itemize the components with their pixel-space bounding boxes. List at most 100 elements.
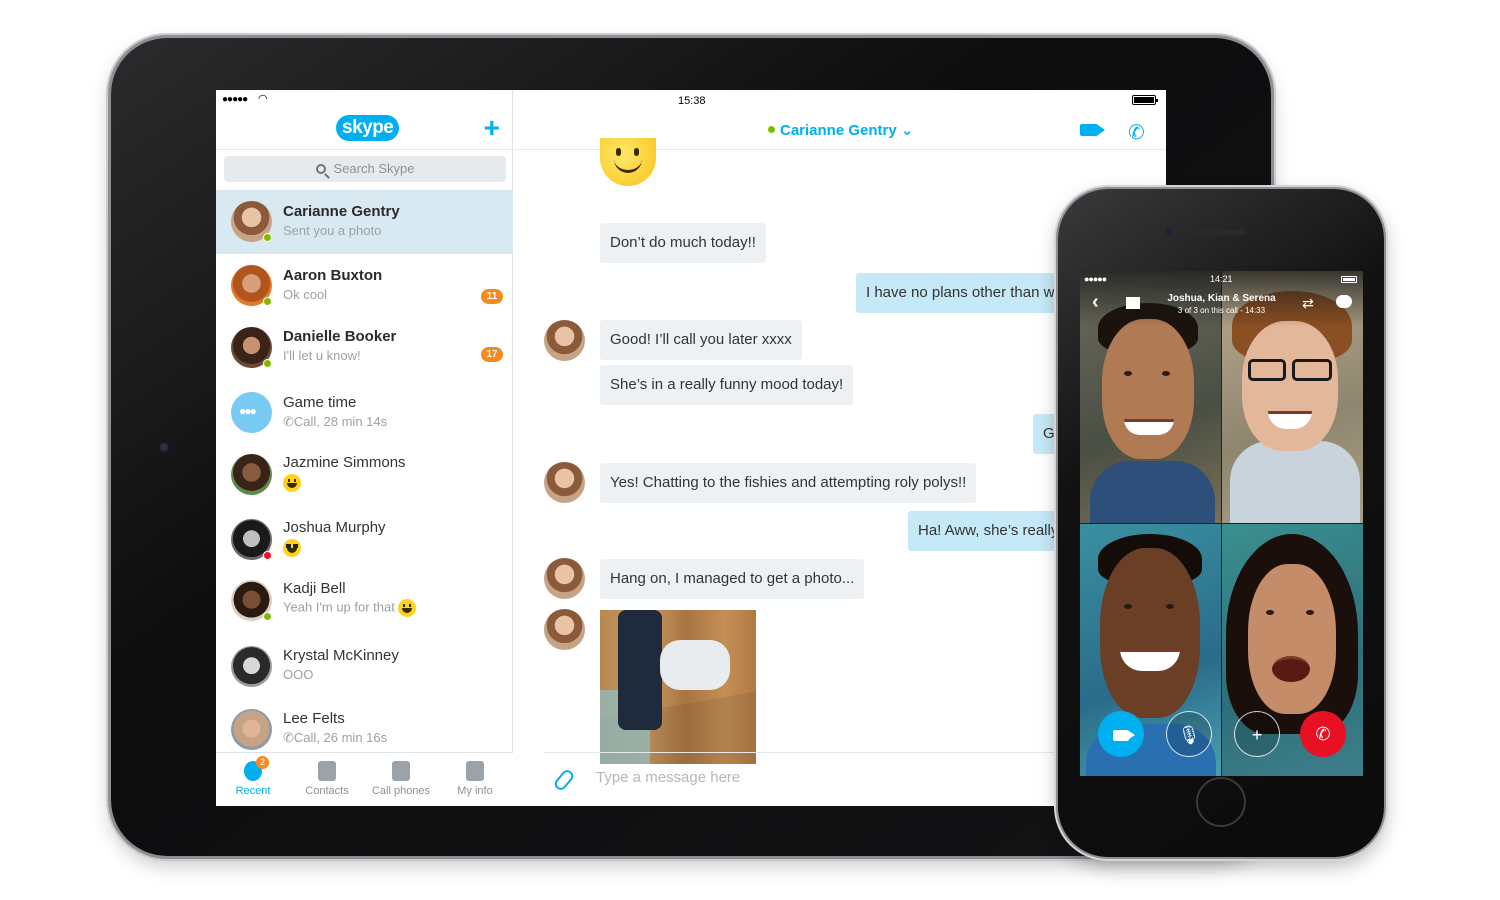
conversation-item[interactable]: Carianne Gentry Sent you a photo — [216, 190, 513, 254]
message-input[interactable] — [596, 769, 996, 786]
contacts-book-icon — [318, 761, 336, 781]
conversation-item[interactable]: Kadji Bell Yeah I'm up for that — [216, 570, 513, 634]
audio-call-button[interactable]: ✆ — [1128, 120, 1145, 145]
conversation-preview: I'll let u know! — [283, 348, 361, 363]
tab-recent[interactable]: 2 Recent — [216, 753, 290, 806]
video-call-screen: ●●●●● 14:21 ‹ Joshua, Kian & Serena 3 of… — [1080, 271, 1363, 776]
back-chevron-icon[interactable]: ‹ — [1092, 291, 1099, 314]
tab-badge: 2 — [256, 756, 269, 769]
smile-emoji-icon — [398, 599, 417, 617]
sidebar: skype + Search Skype Carianne Gentry Sen… — [216, 90, 513, 806]
iphone-camera — [1165, 227, 1174, 236]
add-participants-button[interactable]: + — [1234, 711, 1280, 757]
conversation-preview: Sent you a photo — [283, 223, 382, 238]
conversation-item[interactable]: Aaron Buxton Ok cool 11 — [216, 256, 513, 320]
avatar — [544, 462, 585, 503]
tab-label: My info — [457, 785, 493, 797]
conversation-name: Krystal McKinney — [283, 647, 399, 664]
signal-icon: ●●●●● — [1084, 274, 1107, 284]
conversation-name: Game time — [283, 394, 357, 411]
avatar — [544, 320, 585, 361]
shared-photo[interactable] — [600, 610, 756, 764]
message-incoming: Don’t do much today!! — [600, 223, 766, 263]
video-call-button[interactable] — [1080, 124, 1105, 136]
conversation-item[interactable]: Joshua Murphy — [216, 508, 513, 572]
chat-contact-dropdown[interactable]: Carianne Gentry ⌄ — [768, 121, 913, 139]
chevron-down-icon: ⌄ — [900, 122, 914, 139]
tab-label: Call phones — [371, 785, 431, 797]
conversation-item[interactable]: Lee Felts ✆Call, 26 min 16s — [216, 698, 513, 752]
tab-my-info[interactable]: My info — [438, 753, 512, 806]
conversation-preview: ✆Call, 28 min 14s — [283, 414, 387, 430]
status-time: 14:21 — [1210, 274, 1233, 284]
conversation-item[interactable]: Krystal McKinney OOO — [216, 635, 513, 699]
search-placeholder: Search Skype — [333, 161, 415, 176]
tab-call-phones[interactable]: Call phones — [364, 753, 438, 806]
skype-logo: skype — [336, 115, 400, 141]
avatar — [231, 709, 272, 750]
avatar — [544, 558, 585, 599]
conversation-name: Lee Felts — [283, 710, 345, 727]
presence-online-icon — [263, 359, 272, 368]
call-duration: Call, 28 min 14s — [293, 414, 388, 429]
conversation-preview: Yeah I'm up for that — [283, 599, 417, 617]
battery-icon — [1341, 276, 1357, 283]
call-participants: Joshua, Kian & Serena — [1167, 293, 1276, 304]
iphone-speaker — [1194, 229, 1246, 235]
conversation-name: Aaron Buxton — [283, 267, 383, 284]
smile-emoji-icon — [600, 138, 656, 186]
video-icon — [1113, 729, 1135, 741]
conversation-preview: ✆Call, 26 min 16s — [283, 730, 387, 746]
message-incoming: Yes! Chatting to the fishies and attempt… — [600, 463, 977, 503]
unread-badge: 11 — [481, 289, 503, 304]
presence-online-icon — [263, 233, 272, 242]
end-call-icon: ✆ — [1315, 724, 1331, 744]
preview-text: Yeah I'm up for that — [283, 599, 395, 615]
conversation-item[interactable]: Jazmine Simmons — [216, 444, 513, 508]
presence-online-icon — [768, 126, 775, 133]
conversation-name: Jazmine Simmons — [283, 454, 406, 471]
phone-icon: ✆ — [283, 414, 294, 429]
search-input[interactable]: Search Skype — [224, 156, 506, 182]
conversation-preview: Ok cool — [283, 287, 328, 302]
chat-bubble-icon[interactable] — [1336, 295, 1352, 308]
video-toggle-button[interactable] — [1098, 711, 1144, 757]
conversation-list: Carianne Gentry Sent you a photo Aaron B… — [216, 190, 513, 752]
end-call-button[interactable]: ✆ — [1300, 711, 1346, 757]
avatar — [544, 609, 585, 650]
phone-icon: ✆ — [283, 730, 294, 745]
mute-button[interactable]: 🎙︎ — [1166, 711, 1212, 757]
conversation-item[interactable]: Game time ✆Call, 28 min 14s — [216, 382, 513, 446]
conversation-preview — [283, 539, 301, 557]
home-button[interactable] — [1196, 777, 1246, 827]
conversation-preview: OOO — [283, 667, 314, 682]
new-conversation-button[interactable]: + — [484, 112, 500, 144]
person-icon — [466, 761, 484, 781]
conversation-name: Carianne Gentry — [283, 203, 400, 220]
tab-label: Contacts — [305, 785, 349, 797]
presence-online-icon — [263, 612, 272, 621]
attach-paperclip-icon[interactable] — [552, 767, 576, 793]
conversation-name: Kadji Bell — [283, 580, 346, 597]
conversation-name: Joshua Murphy — [283, 519, 386, 536]
grin-emoji-icon — [283, 474, 301, 492]
call-duration: Call, 26 min 16s — [293, 730, 388, 745]
presence-busy-icon — [263, 551, 272, 560]
call-header: ●●●●● 14:21 ‹ Joshua, Kian & Serena 3 of… — [1080, 271, 1363, 327]
message-incoming: Hang on, I managed to get a photo... — [600, 559, 865, 599]
avatar — [231, 646, 272, 687]
chat-contact-name: Carianne Gentry — [780, 122, 897, 139]
unread-badge: 17 — [481, 347, 503, 362]
tab-contacts[interactable]: Contacts — [290, 753, 364, 806]
dialpad-phone-icon — [392, 761, 410, 781]
conversation-item[interactable]: Danielle Booker I'll let u know! 17 — [216, 318, 513, 382]
switch-camera-icon[interactable]: ⇄ — [1302, 295, 1314, 312]
iphone-device: ●●●●● 14:21 ‹ Joshua, Kian & Serena 3 of… — [1058, 189, 1384, 857]
tab-bar: 2 Recent Contacts Call phones My info — [216, 752, 513, 806]
message-incoming: Good! I’ll call you later xxxx — [600, 320, 802, 360]
conversation-name: Danielle Booker — [283, 328, 397, 345]
ipad-camera — [159, 442, 169, 452]
conversation-preview — [283, 474, 301, 492]
grid-layout-icon[interactable] — [1126, 297, 1140, 309]
group-avatar-icon — [231, 392, 272, 433]
